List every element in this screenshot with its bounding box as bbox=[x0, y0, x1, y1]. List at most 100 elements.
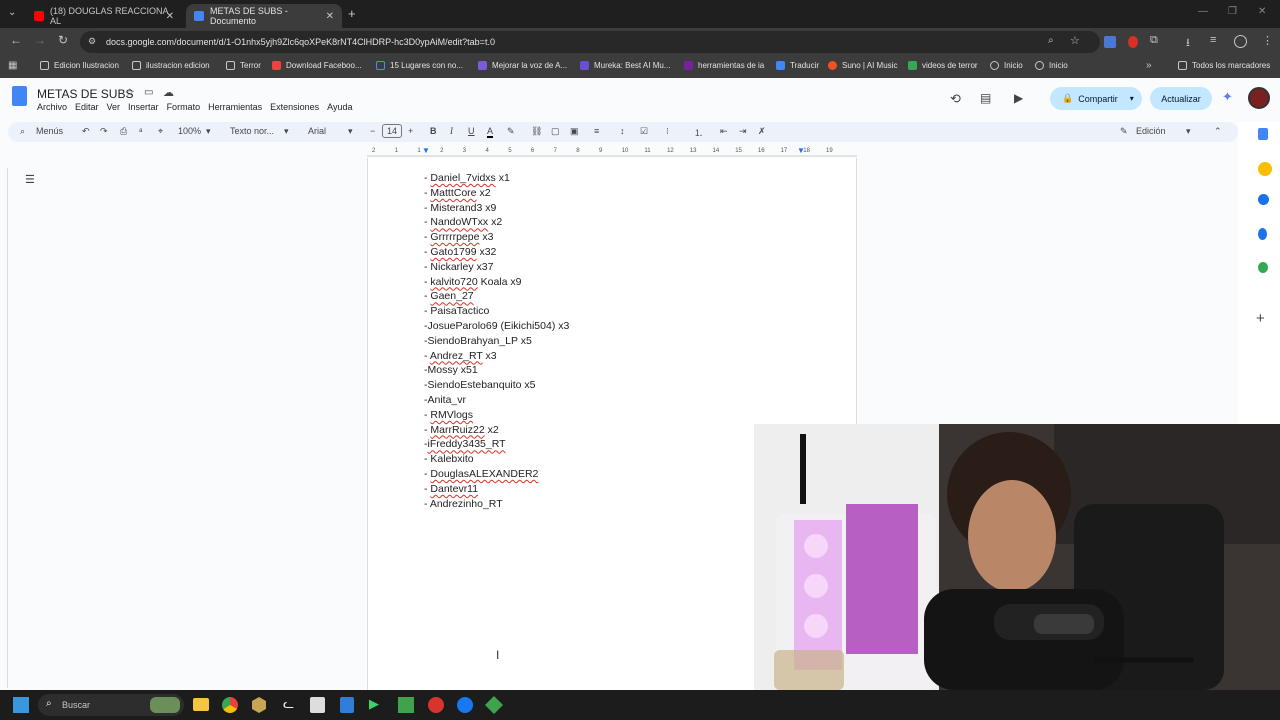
menu-insertar[interactable]: Insertar bbox=[128, 102, 159, 112]
maximize-icon[interactable]: ❐ bbox=[1228, 6, 1237, 17]
list-item[interactable]: - Andrezinho_RT bbox=[424, 498, 503, 510]
avatar[interactable] bbox=[1248, 87, 1270, 109]
menu-ayuda[interactable]: Ayuda bbox=[327, 102, 352, 112]
numbered-list-icon[interactable]: ⒈ bbox=[694, 126, 703, 139]
file-explorer-icon[interactable] bbox=[193, 698, 209, 711]
menu-kebab-icon[interactable]: ⋮ bbox=[1262, 34, 1273, 47]
font-select[interactable]: Arial bbox=[308, 126, 326, 136]
tasks-icon[interactable] bbox=[1258, 194, 1269, 205]
calculator-icon[interactable] bbox=[340, 697, 354, 713]
windows-start-icon[interactable] bbox=[13, 697, 29, 713]
bookmark-item[interactable]: Traducir bbox=[776, 61, 819, 70]
link-icon[interactable]: ⛓ bbox=[531, 126, 542, 137]
text-color-icon[interactable]: A bbox=[487, 126, 494, 138]
close-icon[interactable]: ✕ bbox=[166, 11, 174, 22]
app-icon[interactable] bbox=[310, 697, 325, 713]
media-icon[interactable]: ≡ bbox=[1210, 34, 1216, 46]
undo-icon[interactable]: ↶ bbox=[82, 126, 90, 137]
close-icon[interactable]: ✕ bbox=[326, 11, 334, 22]
capcut-icon[interactable]: ᓚ bbox=[283, 696, 294, 712]
bookmark-item[interactable]: 15 Lugares con no... bbox=[376, 61, 463, 70]
forward-icon[interactable]: → bbox=[34, 33, 46, 47]
share-button[interactable]: 🔒 Compartir ▾ bbox=[1050, 87, 1142, 110]
gemini-icon[interactable]: ✦ bbox=[1222, 89, 1233, 105]
list-item[interactable]: -Anita_vr bbox=[424, 394, 466, 406]
keep-icon[interactable] bbox=[1258, 162, 1272, 176]
bookmark-item[interactable]: Terror bbox=[226, 61, 261, 70]
profile-icon[interactable] bbox=[1234, 35, 1247, 48]
menu-ver[interactable]: Ver bbox=[107, 102, 121, 112]
tab-search-chevron-icon[interactable]: ⌄ bbox=[8, 7, 16, 18]
site-info-icon[interactable]: ⚙ bbox=[88, 36, 96, 47]
font-size-input[interactable]: 14 bbox=[382, 124, 403, 138]
taskbar-search[interactable]: ⌕ Buscar bbox=[38, 694, 184, 716]
decrease-font-icon[interactable]: − bbox=[370, 126, 375, 136]
star-icon[interactable]: ☆ bbox=[125, 86, 135, 99]
mode-select[interactable]: Edición bbox=[1136, 126, 1166, 136]
list-item[interactable]: - RMVlogs bbox=[424, 409, 473, 421]
menu-extensiones[interactable]: Extensiones bbox=[270, 102, 319, 112]
maps-icon[interactable] bbox=[1258, 262, 1268, 273]
menu-archivo[interactable]: Archivo bbox=[37, 102, 67, 112]
list-item[interactable]: -Mossy x51 bbox=[424, 364, 478, 376]
menus-search[interactable]: Menús bbox=[36, 126, 63, 136]
chrome-icon[interactable] bbox=[222, 697, 238, 713]
paint-format-icon[interactable]: ⌖ bbox=[158, 126, 163, 137]
minecraft-icon[interactable] bbox=[398, 697, 414, 713]
media-player-icon[interactable]: ▶ bbox=[369, 696, 379, 712]
facebook-icon[interactable] bbox=[457, 697, 473, 713]
bookmark-item[interactable]: Download Faceboo... bbox=[272, 61, 362, 70]
list-item[interactable]: - Grrrrrpepe x3 bbox=[424, 231, 493, 243]
translate-extension-icon[interactable] bbox=[1104, 36, 1116, 48]
new-tab-icon[interactable]: + bbox=[348, 6, 356, 21]
meet-icon[interactable]: ▶ bbox=[1014, 91, 1023, 105]
reload-icon[interactable]: ↻ bbox=[58, 33, 68, 47]
menu-formato[interactable]: Formato bbox=[167, 102, 201, 112]
list-item[interactable]: - Daniel_7vidxs x1 bbox=[424, 172, 510, 184]
insert-image-icon[interactable]: ▣ bbox=[570, 126, 579, 137]
list-item[interactable]: - Nickarley x37 bbox=[424, 261, 493, 273]
list-item[interactable]: - Gaen_27 bbox=[424, 290, 474, 302]
minecraft-launcher-icon[interactable] bbox=[484, 695, 504, 715]
redo-icon[interactable]: ↷ bbox=[100, 126, 108, 137]
tab-docs[interactable]: METAS DE SUBS - Documento ✕ bbox=[186, 4, 342, 28]
list-item[interactable]: - DouglasALEXANDER2 bbox=[424, 468, 538, 480]
align-icon[interactable]: ≡ bbox=[594, 126, 599, 136]
line-spacing-icon[interactable]: ↕ bbox=[620, 126, 625, 136]
apps-grid-icon[interactable]: ▦ bbox=[8, 60, 17, 71]
list-item[interactable]: - Andrez_RT x3 bbox=[424, 350, 497, 362]
list-item[interactable]: - NandoWTxx x2 bbox=[424, 216, 502, 228]
history-icon[interactable]: ⟲ bbox=[950, 91, 961, 107]
indent-marker-icon[interactable]: ▼ bbox=[422, 146, 430, 155]
list-item[interactable]: - Kalebxito bbox=[424, 453, 474, 465]
back-icon[interactable]: ← bbox=[10, 33, 22, 47]
app-icon[interactable] bbox=[428, 697, 444, 713]
download-icon[interactable]: ⭳ bbox=[1186, 34, 1190, 53]
add-comment-icon[interactable]: ▢ bbox=[551, 126, 560, 137]
list-item[interactable]: -JosueParolo69 (Eikichi504) x3 bbox=[424, 320, 569, 332]
add-addon-icon[interactable]: + bbox=[1256, 310, 1265, 327]
list-item[interactable]: - kalvito720 Koala x9 bbox=[424, 276, 521, 288]
increase-font-icon[interactable]: + bbox=[408, 126, 413, 136]
update-button[interactable]: Actualizar bbox=[1150, 87, 1212, 110]
star-icon[interactable]: ☆ bbox=[1070, 34, 1080, 47]
doc-title[interactable]: METAS DE SUBS bbox=[37, 87, 133, 101]
decrease-indent-icon[interactable]: ⇤ bbox=[720, 126, 728, 137]
bookmark-item[interactable]: Suno | AI Music bbox=[828, 61, 897, 70]
bookmark-item[interactable]: Inicio bbox=[1035, 61, 1068, 70]
calendar-icon[interactable] bbox=[1258, 128, 1268, 140]
all-bookmarks[interactable]: Todos los marcadores bbox=[1178, 61, 1270, 70]
zoom-select[interactable]: 100% bbox=[178, 126, 201, 136]
menus-search-icon[interactable]: ⌕ bbox=[20, 126, 25, 137]
minimize-icon[interactable]: — bbox=[1198, 6, 1208, 17]
horizontal-ruler[interactable]: ▼ ▼ 2 1 1 2 3 4 5 6 7 8 9 10 11 12 13 14 15 16 17 18 19 bbox=[367, 146, 857, 158]
tab-youtube[interactable]: (18) DOUGLAS REACCIONA AL ✕ bbox=[26, 4, 182, 28]
list-item[interactable]: -SiendoEstebanquito x5 bbox=[424, 379, 536, 391]
address-bar[interactable]: ⚙ docs.google.com/document/d/1-O1nhx5yjh… bbox=[80, 31, 1100, 53]
bookmark-item[interactable]: Mejorar la voz de A... bbox=[478, 61, 567, 70]
bookmark-item[interactable]: Edicion Ilustracion bbox=[40, 61, 119, 70]
list-item[interactable]: - MarrRuiz22 x2 bbox=[424, 424, 499, 436]
list-item[interactable]: - Dantevr11 bbox=[424, 483, 478, 495]
clear-formatting-icon[interactable]: ✗ bbox=[758, 126, 766, 137]
list-item[interactable]: - Gato1799 x32 bbox=[424, 246, 496, 258]
